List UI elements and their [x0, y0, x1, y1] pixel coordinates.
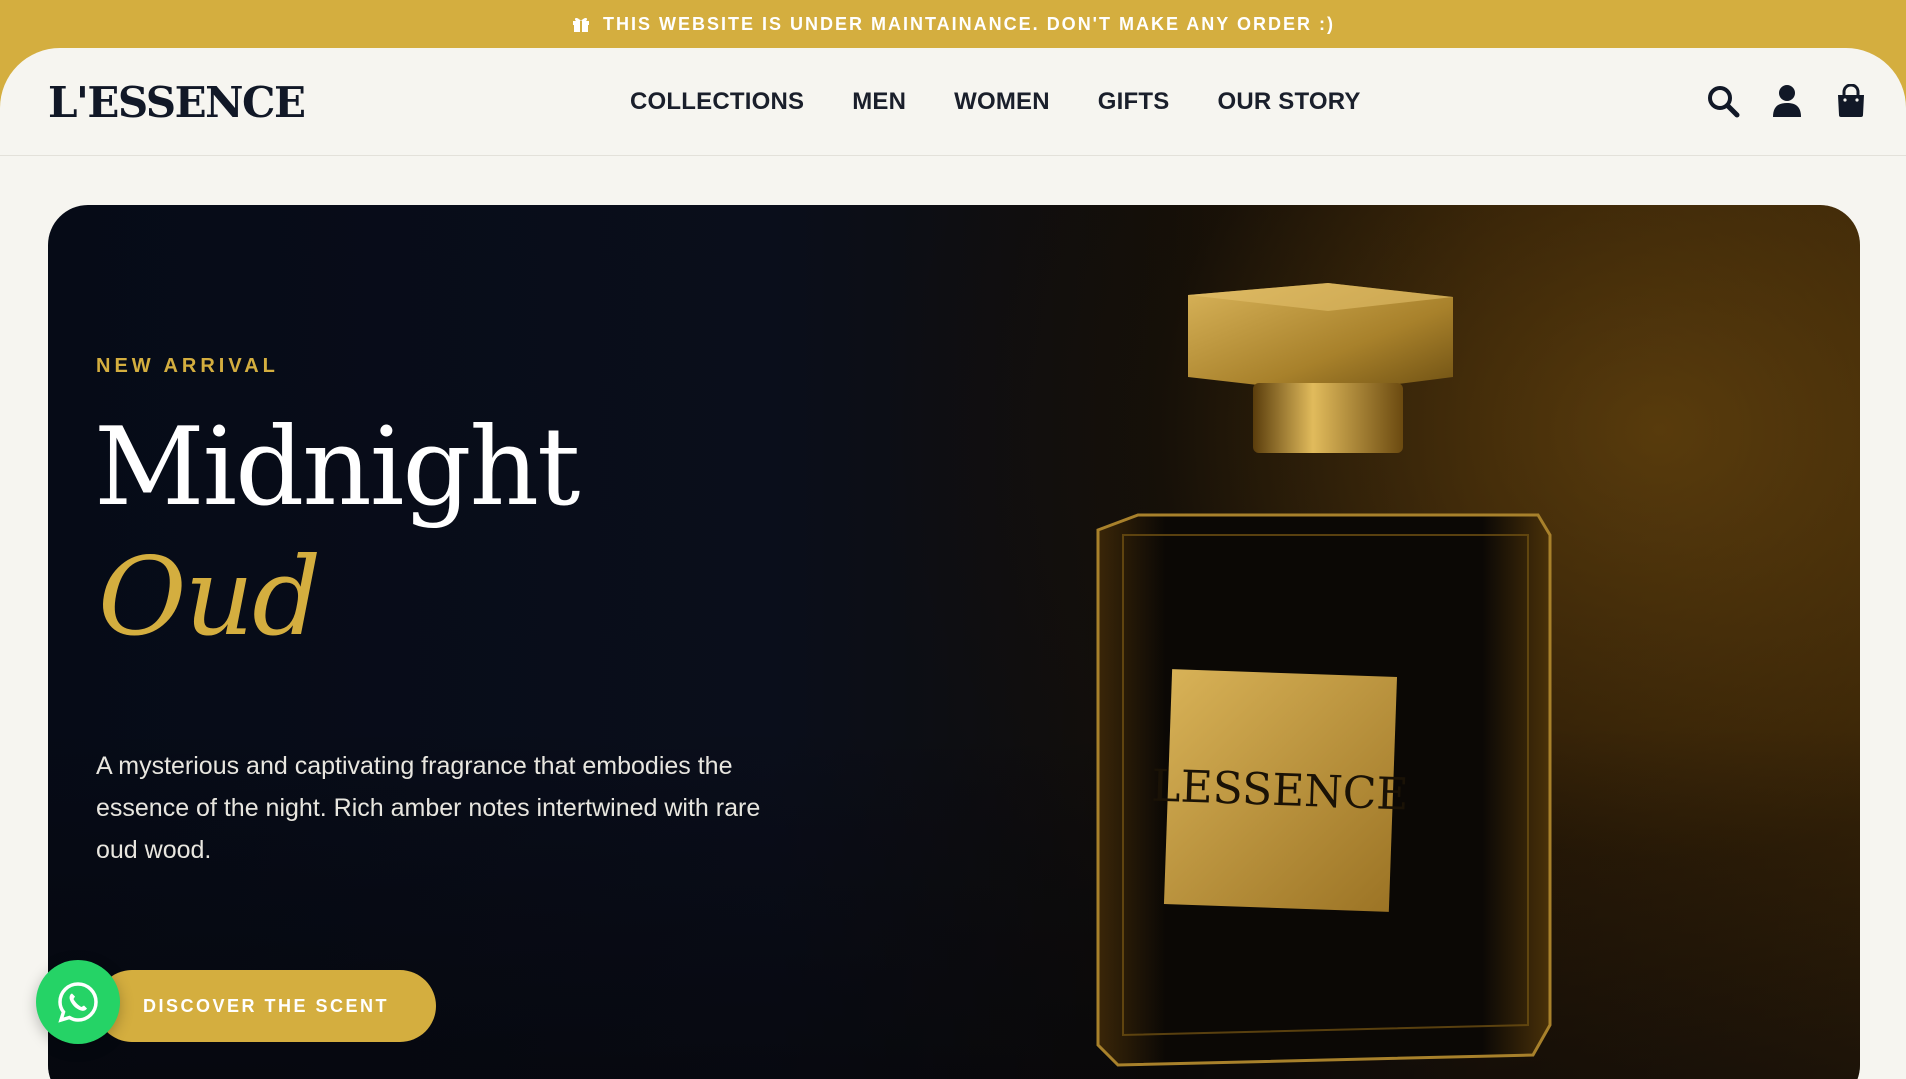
hero-kicker: NEW ARRIVAL — [96, 355, 279, 377]
announcement-bar: THIS WEBSITE IS UNDER MAINTAINANCE. DON'… — [0, 0, 1906, 48]
perfume-bottle-image: LESSENCE — [1096, 283, 1552, 1067]
nav-men[interactable]: MEN — [852, 88, 906, 116]
hero-title-line1: Midnight — [94, 405, 580, 530]
shopping-bag-icon[interactable] — [1832, 82, 1870, 120]
hero-banner: LESSENCE NEW ARRIVAL Midnight Oud A myst… — [48, 205, 1860, 1079]
gift-icon — [571, 14, 591, 34]
site-header: L'ESSENCE COLLECTIONS MEN WOMEN GIFTS OU… — [0, 48, 1906, 156]
page-shell: L'ESSENCE COLLECTIONS MEN WOMEN GIFTS OU… — [0, 48, 1906, 1079]
discover-scent-button[interactable]: DISCOVER THE SCENT — [96, 970, 436, 1042]
nav-collections[interactable]: COLLECTIONS — [630, 88, 804, 116]
search-icon[interactable] — [1704, 82, 1742, 120]
main-nav: COLLECTIONS MEN WOMEN GIFTS OUR STORY — [630, 88, 1361, 116]
nav-gifts[interactable]: GIFTS — [1098, 88, 1170, 116]
user-icon[interactable] — [1768, 82, 1806, 120]
bottle-label-text: LESSENCE — [1151, 761, 1410, 821]
whatsapp-icon[interactable] — [36, 960, 120, 1044]
nav-women[interactable]: WOMEN — [954, 88, 1050, 116]
hero-description: A mysterious and captivating fragrance t… — [96, 752, 761, 864]
site-logo[interactable]: L'ESSENCE — [48, 78, 306, 127]
header-actions — [1704, 82, 1870, 120]
nav-our-story[interactable]: OUR STORY — [1217, 88, 1360, 116]
hero-title-line2: Oud — [98, 535, 321, 660]
announcement-text: THIS WEBSITE IS UNDER MAINTAINANCE. DON'… — [603, 13, 1335, 34]
